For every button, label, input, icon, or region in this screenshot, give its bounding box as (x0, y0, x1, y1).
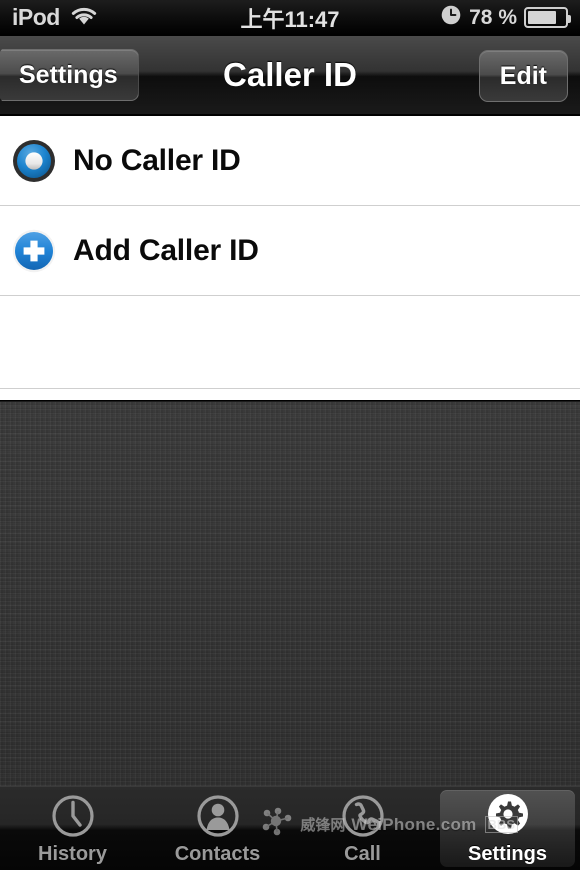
tab-contacts[interactable]: Contacts (145, 787, 290, 870)
phone-icon (339, 792, 387, 840)
edit-button[interactable]: Edit (478, 50, 568, 102)
status-bar-center: 上午11:47 (200, 2, 380, 34)
tab-label: History (38, 842, 107, 865)
phone-screen: iPod 上午11:47 78 % Settings Caller ID Edi… (0, 0, 580, 870)
gear-icon (484, 792, 532, 840)
linen-background (0, 401, 580, 786)
person-icon (194, 792, 242, 840)
clock-icon (49, 792, 97, 840)
back-button-settings[interactable]: Settings (0, 49, 139, 101)
list-item-label: Add Caller ID (73, 233, 259, 267)
navigation-bar: Settings Caller ID Edit (0, 36, 580, 115)
list-item-add-caller-id[interactable]: Add Caller ID (0, 206, 580, 296)
status-bar-right: 78 % (380, 4, 580, 31)
plus-circle-icon (10, 227, 58, 275)
tab-call[interactable]: Call (290, 787, 435, 870)
tab-settings[interactable]: Settings (435, 787, 580, 870)
battery-icon (524, 7, 571, 28)
wifi-icon (70, 5, 98, 31)
tab-label: Settings (468, 842, 547, 865)
status-bar-left: iPod (0, 5, 200, 31)
battery-percent-label: 78 % (469, 5, 517, 29)
radio-selected-icon (10, 137, 58, 185)
list-empty-row (0, 296, 580, 389)
tab-history[interactable]: History (0, 787, 145, 870)
status-clock: 上午11:47 (240, 6, 340, 32)
tab-bar: History Contacts Call Settings (0, 786, 580, 870)
edit-button-label: Edit (499, 61, 547, 90)
status-bar: iPod 上午11:47 78 % (0, 0, 580, 36)
back-button-label: Settings (19, 60, 118, 89)
alarm-clock-icon (440, 4, 462, 31)
list-item-label: No Caller ID (73, 143, 241, 177)
carrier-label: iPod (12, 4, 60, 30)
tab-label: Contacts (174, 842, 261, 865)
tab-label: Call (344, 842, 381, 865)
caller-id-list: No Caller ID Add Caller ID (0, 116, 580, 400)
list-item-no-caller-id[interactable]: No Caller ID (0, 116, 580, 206)
